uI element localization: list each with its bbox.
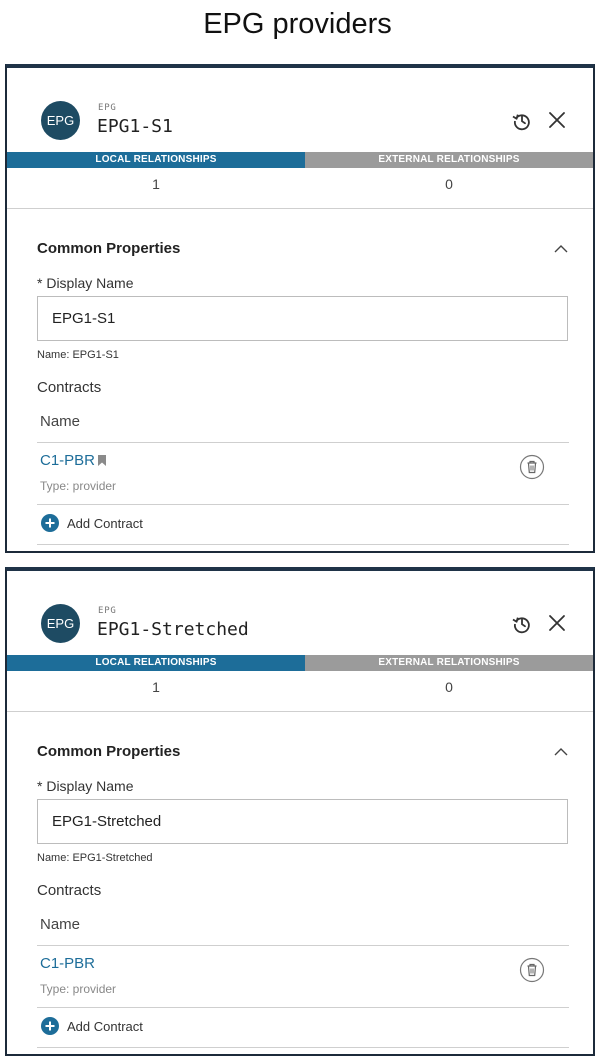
- history-icon[interactable]: [512, 111, 532, 131]
- contract-name[interactable]: C1-PBR: [40, 452, 95, 469]
- epg-name: EPG1-S1: [97, 116, 173, 137]
- epg-avatar: EPG: [41, 101, 80, 140]
- divider: [37, 1047, 569, 1048]
- local-relationships-count: 1: [152, 176, 160, 192]
- relationship-counts: 1 0: [7, 170, 593, 198]
- contracts-label: Contracts: [37, 379, 102, 396]
- contract-type: Type: provider: [40, 479, 117, 493]
- tab-external-relationships[interactable]: EXTERNAL RELATIONSHIPS: [305, 655, 593, 671]
- tab-local-relationships[interactable]: LOCAL RELATIONSHIPS: [7, 655, 305, 671]
- plus-circle-icon: [41, 1017, 59, 1035]
- close-icon[interactable]: [545, 611, 569, 635]
- epg-avatar: EPG: [41, 604, 80, 643]
- panel-header: EPG EPG EPG1-S1: [7, 68, 593, 150]
- divider: [37, 504, 569, 505]
- object-type-label: EPG: [98, 103, 117, 113]
- chevron-up-icon[interactable]: [553, 243, 569, 255]
- trash-icon[interactable]: [519, 957, 545, 983]
- trash-icon[interactable]: [519, 454, 545, 480]
- name-column-header: Name: [40, 916, 81, 933]
- external-relationships-count: 0: [445, 679, 453, 695]
- relationship-counts: 1 0: [7, 673, 593, 701]
- close-icon[interactable]: [545, 108, 569, 132]
- display-name-input[interactable]: [37, 799, 568, 844]
- plus-circle-icon: [41, 514, 59, 532]
- name-hint: Name: EPG1-Stretched: [37, 852, 153, 864]
- tab-local-relationships[interactable]: LOCAL RELATIONSHIPS: [7, 152, 305, 168]
- divider: [37, 544, 569, 545]
- display-name-label: * Display Name: [37, 778, 134, 794]
- divider: [37, 442, 569, 443]
- panel-header: EPG EPG EPG1-Stretched: [7, 571, 593, 653]
- contract-link[interactable]: C1-PBR: [40, 955, 95, 972]
- name-hint: Name: EPG1-S1: [37, 349, 119, 361]
- divider: [7, 208, 593, 209]
- add-contract-label: Add Contract: [67, 1018, 143, 1034]
- epg-panel: EPG EPG EPG1-S1 LOCAL RELATIONSHIPS EXTE…: [5, 64, 595, 553]
- add-contract-button[interactable]: Add Contract: [41, 514, 143, 532]
- relationship-tabs: LOCAL RELATIONSHIPS EXTERNAL RELATIONSHI…: [7, 655, 593, 671]
- divider: [37, 945, 569, 946]
- add-contract-label: Add Contract: [67, 515, 143, 531]
- display-name-label: * Display Name: [37, 275, 134, 291]
- contract-type: Type: provider: [40, 982, 117, 996]
- bookmark-icon: [98, 455, 107, 466]
- page-title: EPG providers: [203, 8, 392, 40]
- section-title: Common Properties: [37, 240, 181, 257]
- local-relationships-count: 1: [152, 679, 160, 695]
- contract-link[interactable]: C1-PBR: [40, 452, 107, 469]
- divider: [37, 1007, 569, 1008]
- divider: [7, 711, 593, 712]
- tab-external-relationships[interactable]: EXTERNAL RELATIONSHIPS: [305, 152, 593, 168]
- section-title: Common Properties: [37, 743, 181, 760]
- epg-name: EPG1-Stretched: [97, 619, 249, 640]
- contract-name[interactable]: C1-PBR: [40, 955, 95, 972]
- add-contract-button[interactable]: Add Contract: [41, 1017, 143, 1035]
- contracts-label: Contracts: [37, 882, 102, 899]
- display-name-input[interactable]: [37, 296, 568, 341]
- relationship-tabs: LOCAL RELATIONSHIPS EXTERNAL RELATIONSHI…: [7, 152, 593, 168]
- history-icon[interactable]: [512, 614, 532, 634]
- external-relationships-count: 0: [445, 176, 453, 192]
- chevron-up-icon[interactable]: [553, 746, 569, 758]
- object-type-label: EPG: [98, 606, 117, 616]
- name-column-header: Name: [40, 413, 81, 430]
- epg-panel: EPG EPG EPG1-Stretched LOCAL RELATIONSHI…: [5, 567, 595, 1056]
